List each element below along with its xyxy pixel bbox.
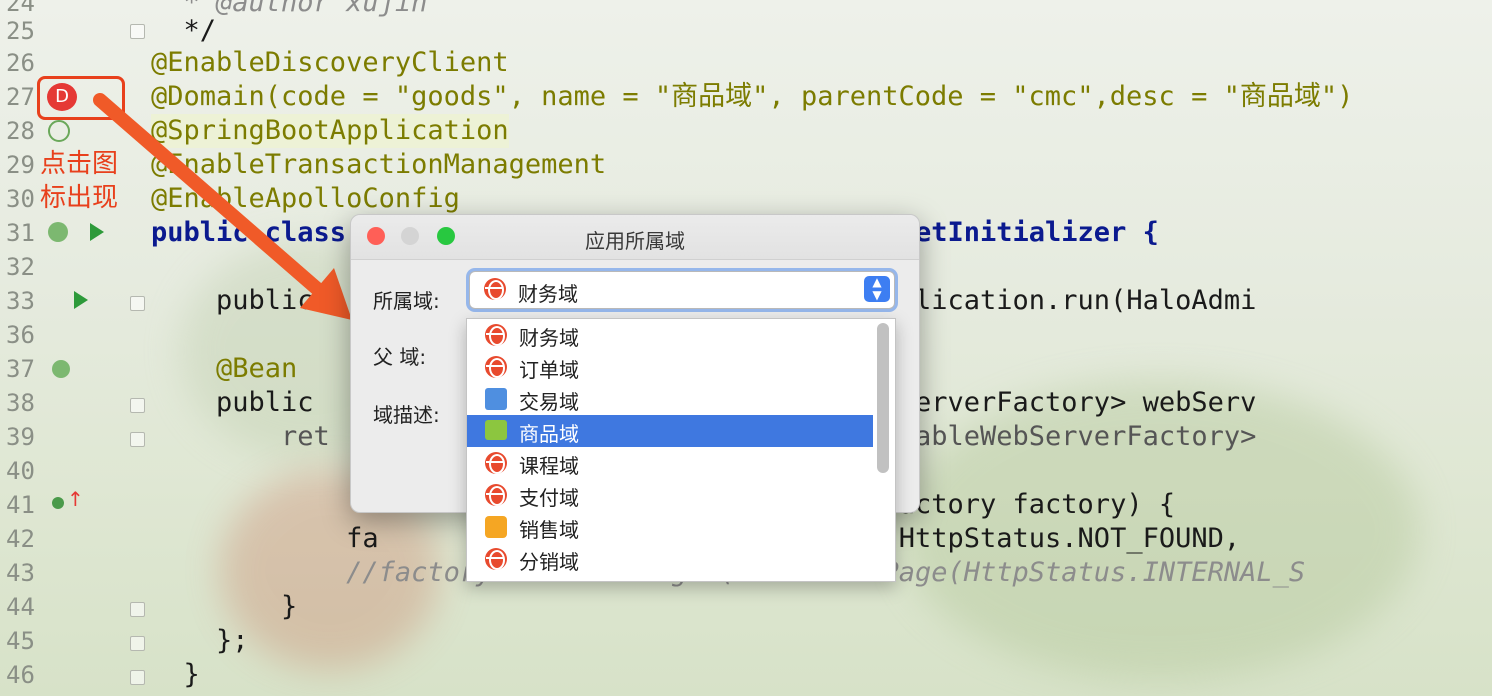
select-stepper-icon[interactable]: ▲ ▼ — [864, 276, 890, 302]
list-item[interactable]: 交易域 — [467, 383, 873, 415]
globe-icon — [485, 356, 507, 378]
domain-select[interactable]: 财务域 ▲ ▼ — [469, 271, 895, 309]
list-item-label: 交易域 — [519, 390, 579, 414]
list-item-label: 支付域 — [519, 486, 579, 510]
dialog-title: 应用所属域 — [585, 229, 685, 253]
list-scrollbar[interactable] — [877, 323, 889, 473]
exchange-icon — [485, 388, 507, 410]
globe-icon — [484, 278, 506, 300]
domain-select-value: 财务域 — [518, 282, 578, 306]
parent-field-label: 父 域: — [373, 345, 427, 369]
list-item-label: 财务域 — [519, 326, 579, 350]
sales-icon — [485, 516, 507, 538]
globe-icon — [485, 548, 507, 570]
list-item[interactable]: 销售域 — [467, 511, 873, 543]
list-item-label: 订单域 — [519, 358, 579, 382]
list-item[interactable]: 支付域 — [467, 479, 873, 511]
list-item-label: 销售域 — [519, 518, 579, 542]
list-item[interactable]: 分销域 — [467, 543, 873, 575]
domain-dropdown-list[interactable]: 财务域 订单域 交易域 商品域 课程域 支付域 销售域 分销域 — [466, 318, 896, 582]
list-item-selected[interactable]: 商品域 — [467, 415, 873, 447]
list-item[interactable]: 订单域 — [467, 351, 873, 383]
domain-field-label: 所属域: — [373, 289, 440, 313]
desc-field-label: 域描述: — [373, 403, 440, 427]
globe-icon — [485, 452, 507, 474]
globe-icon — [485, 324, 507, 346]
list-item-label: 商品域 — [519, 422, 579, 446]
dialog-titlebar: 应用所属域 — [351, 215, 919, 260]
globe-icon — [485, 484, 507, 506]
shopping-bag-icon — [485, 420, 507, 440]
list-item-label: 分销域 — [519, 550, 579, 574]
list-item-label: 课程域 — [519, 454, 579, 478]
list-item[interactable]: 课程域 — [467, 447, 873, 479]
list-item[interactable]: 财务域 — [467, 319, 873, 351]
